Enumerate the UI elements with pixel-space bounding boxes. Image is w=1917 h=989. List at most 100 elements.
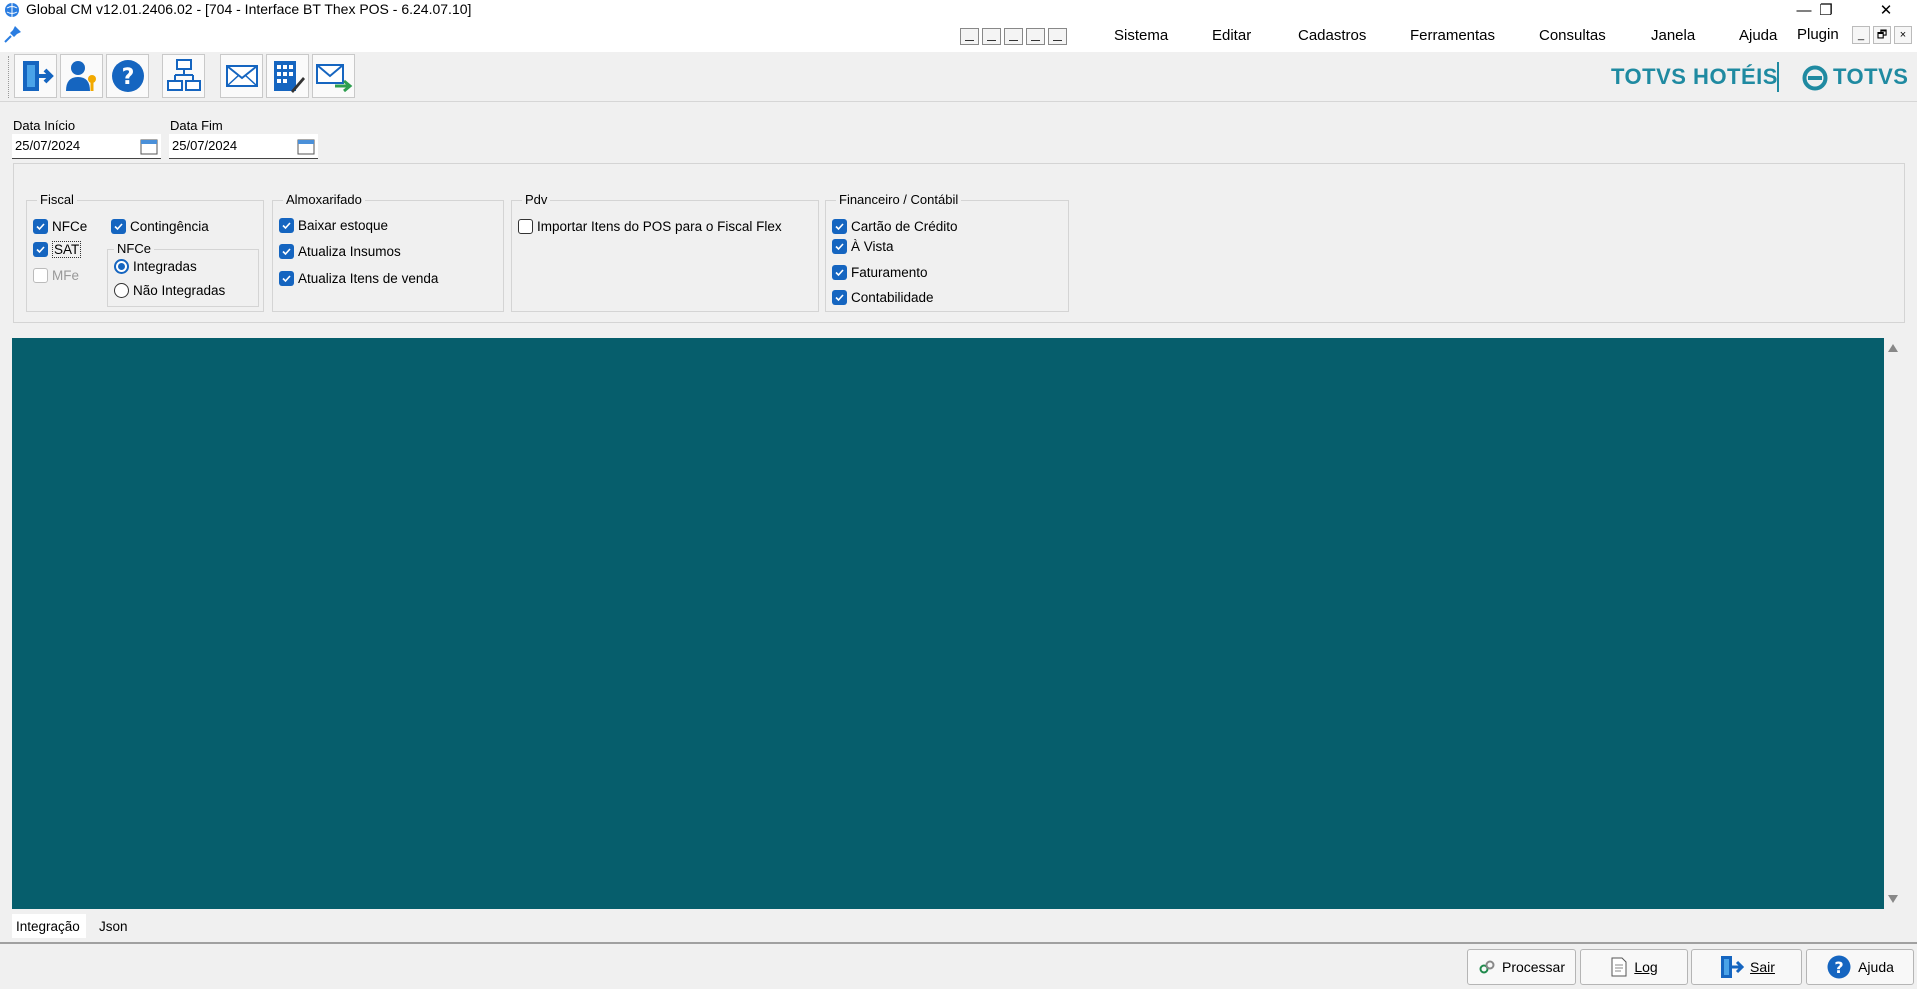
baixar-estoque-checkbox[interactable]: Baixar estoque: [279, 218, 388, 233]
mail-icon: [225, 65, 258, 87]
integradas-radio[interactable]: Integradas: [114, 259, 197, 274]
atualiza-insumos-label: Atualiza Insumos: [298, 244, 401, 259]
atualiza-itens-venda-checkbox[interactable]: Atualiza Itens de venda: [279, 271, 438, 286]
start-date-input[interactable]: 25/07/2024: [12, 134, 161, 159]
mdi-window-buttons: [960, 28, 1067, 45]
contabilidade-label: Contabilidade: [851, 290, 934, 305]
nao-integradas-radio[interactable]: Não Integradas: [114, 283, 225, 298]
check-icon: [832, 265, 847, 280]
processar-button[interactable]: Processar: [1467, 949, 1576, 985]
mfe-label: MFe: [52, 268, 79, 283]
child-minimize-button[interactable]: _: [1852, 26, 1870, 44]
a-vista-checkbox[interactable]: À Vista: [832, 239, 894, 254]
nfce-label: NFCe: [52, 219, 88, 234]
mdi-window-button[interactable]: [1026, 28, 1045, 45]
scroll-down-icon[interactable]: [1888, 895, 1898, 903]
atualiza-itens-venda-label: Atualiza Itens de venda: [298, 271, 439, 286]
calculator-edit-toolbar-button[interactable]: [266, 54, 309, 98]
faturamento-label: Faturamento: [851, 265, 928, 280]
a-vista-label: À Vista: [851, 239, 894, 254]
mail-send-toolbar-button[interactable]: [312, 54, 355, 98]
atualiza-insumos-checkbox[interactable]: Atualiza Insumos: [279, 244, 401, 259]
child-restore-button[interactable]: 🗗: [1873, 26, 1891, 44]
menu-plugin[interactable]: Plugin: [1797, 26, 1839, 43]
check-icon: [279, 218, 294, 233]
sair-label: Sair: [1750, 959, 1775, 975]
calendar-icon[interactable]: [297, 138, 315, 155]
restore-button[interactable]: ❐: [1803, 0, 1849, 20]
pdv-group: Pdv Importar Itens do POS para o Fiscal …: [511, 192, 819, 312]
close-button[interactable]: ✕: [1863, 0, 1909, 20]
scroll-up-icon[interactable]: [1888, 344, 1898, 352]
check-icon: [111, 219, 126, 234]
sair-button[interactable]: Sair: [1691, 949, 1802, 985]
nfce-status-group: NFCe Integradas Não Integradas: [107, 241, 259, 307]
mail-send-icon: [315, 64, 352, 93]
integradas-label: Integradas: [133, 259, 197, 274]
menu-bar: Sistema Editar Cadastros Ferramentas Con…: [0, 20, 1917, 52]
checkbox-empty-icon: [33, 268, 48, 283]
menu-ajuda[interactable]: Ajuda: [1739, 27, 1777, 44]
mdi-window-button[interactable]: [982, 28, 1001, 45]
user-key-toolbar-button[interactable]: [60, 54, 103, 98]
cartao-credito-checkbox[interactable]: Cartão de Crédito: [832, 219, 958, 234]
sat-checkbox[interactable]: SAT: [33, 241, 82, 258]
exit-toolbar-button[interactable]: [14, 54, 57, 98]
mdi-window-button[interactable]: [960, 28, 979, 45]
importar-itens-checkbox[interactable]: Importar Itens do POS para o Fiscal Flex: [518, 219, 782, 234]
mail-toolbar-button[interactable]: [220, 54, 263, 98]
pin-icon[interactable]: [4, 25, 22, 43]
mdi-window-button[interactable]: [1048, 28, 1067, 45]
fiscal-group-title: Fiscal: [37, 192, 77, 207]
help-toolbar-button[interactable]: ?: [106, 54, 149, 98]
nfce-checkbox[interactable]: NFCe: [33, 219, 87, 234]
menu-ferramentas[interactable]: Ferramentas: [1410, 27, 1495, 44]
contingencia-checkbox[interactable]: Contingência: [111, 219, 209, 234]
child-close-button[interactable]: ×: [1894, 26, 1912, 44]
radio-selected-icon: [114, 259, 129, 274]
cartao-credito-label: Cartão de Crédito: [851, 219, 958, 234]
menu-cadastros[interactable]: Cadastros: [1298, 27, 1366, 44]
svg-text:?: ?: [1834, 958, 1843, 977]
help-icon: ?: [1827, 955, 1851, 979]
totvs-logo-icon: [1802, 65, 1828, 91]
calendar-icon[interactable]: [140, 138, 158, 155]
check-icon: [832, 239, 847, 254]
org-chart-toolbar-button[interactable]: [162, 54, 205, 98]
document-icon: [1611, 957, 1627, 977]
integration-log-area[interactable]: [12, 338, 1884, 909]
tab-integracao[interactable]: Integração: [12, 914, 86, 938]
tab-json[interactable]: Json: [95, 914, 134, 938]
log-label: Log: [1634, 959, 1658, 975]
exit-door-icon: [1721, 956, 1745, 978]
ajuda-button[interactable]: ? Ajuda: [1806, 949, 1914, 985]
check-icon: [279, 244, 294, 259]
check-icon: [832, 219, 847, 234]
contingencia-label: Contingência: [130, 219, 209, 234]
menu-consultas[interactable]: Consultas: [1539, 27, 1606, 44]
user-key-icon: [65, 61, 96, 91]
toolbar-grip[interactable]: [8, 56, 11, 98]
end-date-input[interactable]: 25/07/2024: [169, 134, 318, 159]
window-title: Global CM v12.01.2406.02 - [704 - Interf…: [26, 1, 472, 17]
baixar-estoque-label: Baixar estoque: [298, 218, 389, 233]
mdi-window-button[interactable]: [1004, 28, 1023, 45]
contabilidade-checkbox[interactable]: Contabilidade: [832, 290, 934, 305]
log-button[interactable]: Log: [1580, 949, 1688, 985]
check-icon: [279, 271, 294, 286]
nfce-status-title: NFCe: [114, 241, 154, 256]
vertical-scrollbar[interactable]: [1884, 338, 1902, 909]
faturamento-checkbox[interactable]: Faturamento: [832, 265, 928, 280]
processar-label: Processar: [1501, 959, 1566, 975]
menu-editar[interactable]: Editar: [1212, 27, 1251, 44]
ajuda-label: Ajuda: [1858, 959, 1894, 975]
check-icon: [33, 219, 48, 234]
checkbox-empty-icon: [518, 219, 533, 234]
menu-sistema[interactable]: Sistema: [1114, 27, 1168, 44]
title-bar: Global CM v12.01.2406.02 - [704 - Interf…: [0, 0, 1917, 20]
menu-janela[interactable]: Janela: [1651, 27, 1695, 44]
fiscal-group: Fiscal NFCe Contingência SAT MFe NFCe In…: [26, 192, 264, 312]
end-date-label: Data Fim: [170, 118, 223, 133]
toolbar: ? TOTVS HOTÉIS TOTVS: [0, 52, 1917, 102]
mfe-checkbox[interactable]: MFe: [33, 268, 79, 283]
